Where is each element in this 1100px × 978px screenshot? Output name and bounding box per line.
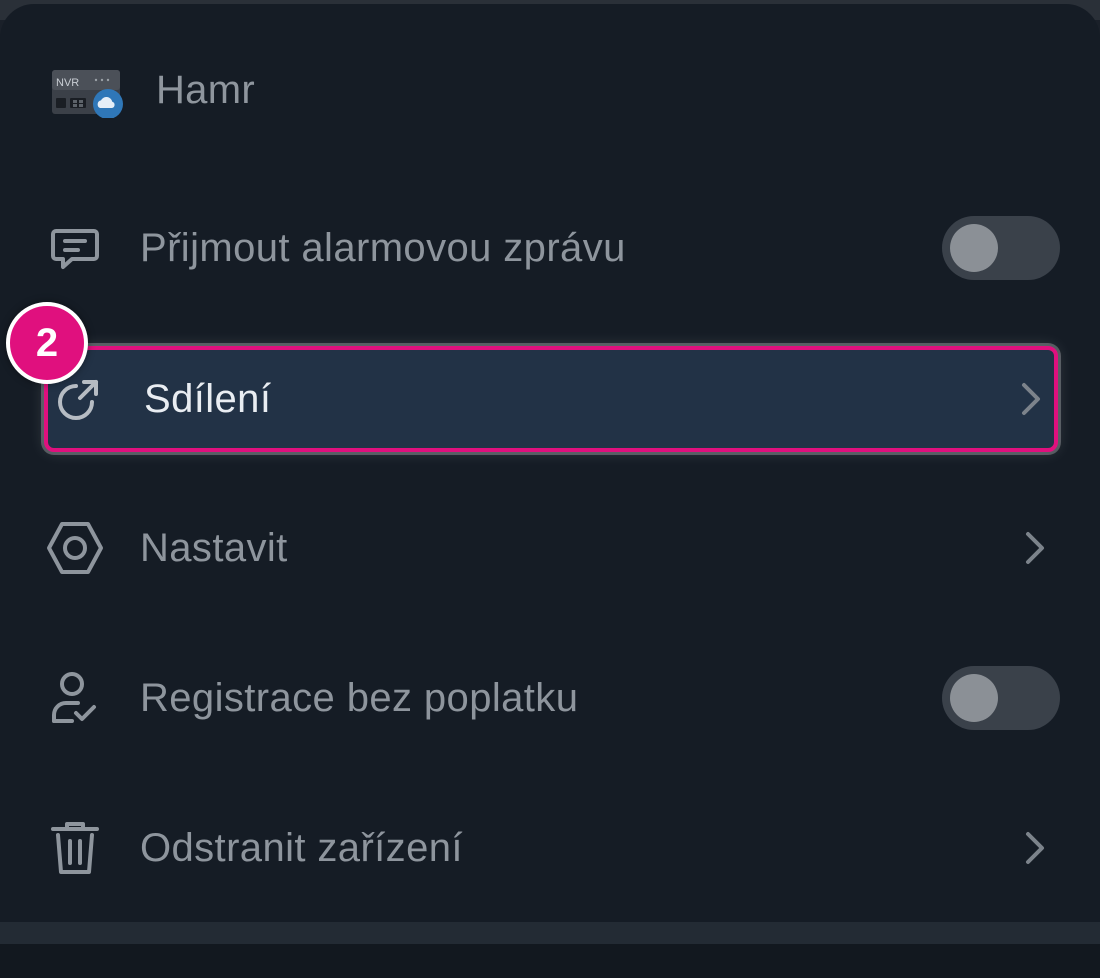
svg-text:NVR: NVR xyxy=(56,77,79,89)
menu-item-label: Odstranit zařízení xyxy=(140,825,463,870)
message-icon xyxy=(46,219,104,277)
chevron-right-icon xyxy=(1016,379,1046,419)
menu-item-label: Sdílení xyxy=(144,376,272,421)
step-number-badge: 2 xyxy=(6,302,88,384)
device-header: NVR Hamr xyxy=(52,62,255,119)
trash-icon xyxy=(46,819,104,877)
menu-item-settings[interactable]: Nastavit xyxy=(44,498,1058,598)
nvr-cloud-icon: NVR xyxy=(52,64,123,119)
bottom-area xyxy=(0,944,1100,978)
device-options-sheet xyxy=(0,4,1100,922)
alarm-toggle[interactable] xyxy=(942,216,1060,280)
menu-item-label: Registrace bez poplatku xyxy=(140,675,579,720)
toggle-knob xyxy=(950,674,998,722)
chevron-right-icon xyxy=(1020,828,1050,868)
user-check-icon xyxy=(46,669,104,727)
toggle-knob xyxy=(950,224,998,272)
menu-item-alarm[interactable]: Přijmout alarmovou zprávu xyxy=(44,198,1060,298)
device-name: Hamr xyxy=(156,67,255,112)
menu-item-registration[interactable]: Registrace bez poplatku xyxy=(44,648,1060,748)
menu-item-label: Přijmout alarmovou zprávu xyxy=(140,225,626,270)
menu-item-share[interactable]: Sdílení xyxy=(44,346,1058,452)
registration-toggle[interactable] xyxy=(942,666,1060,730)
chevron-right-icon xyxy=(1020,528,1050,568)
menu-item-label: Nastavit xyxy=(140,525,288,570)
settings-hex-icon xyxy=(46,519,104,577)
menu-item-remove[interactable]: Odstranit zařízení xyxy=(44,798,1058,898)
sheet-bottom-divider xyxy=(0,922,1100,944)
